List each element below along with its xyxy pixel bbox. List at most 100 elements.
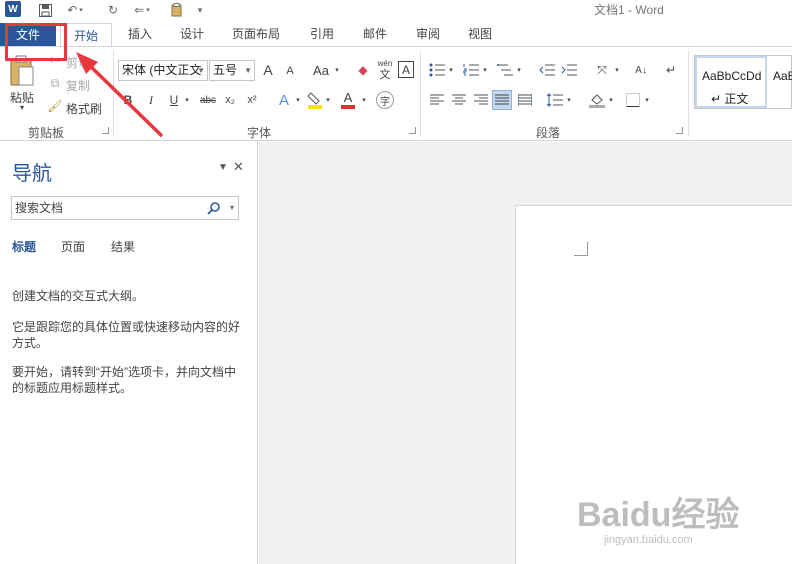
shading-dropdown-icon[interactable]: ▾ bbox=[607, 93, 615, 107]
font-launcher-icon[interactable] bbox=[409, 127, 416, 134]
font-color-icon[interactable]: A bbox=[340, 91, 356, 109]
enclose-characters-icon[interactable]: 字 bbox=[376, 91, 394, 109]
multilevel-list-icon[interactable] bbox=[496, 61, 514, 79]
decrease-indent-icon[interactable] bbox=[538, 61, 556, 79]
tab-design[interactable]: 设计 bbox=[180, 25, 204, 42]
bold-button[interactable]: B bbox=[120, 91, 136, 109]
italic-button[interactable]: I bbox=[143, 91, 159, 109]
redo-icon[interactable]: ↻ bbox=[104, 2, 122, 18]
tab-references[interactable]: 引用 bbox=[310, 25, 334, 42]
style-normal-preview: AaBbCcDd bbox=[702, 69, 762, 83]
styles-gallery: AaBbCcDd ↵ 正文 AaB bbox=[694, 55, 792, 109]
shrink-font-icon[interactable]: A bbox=[283, 63, 297, 79]
clear-formatting-icon[interactable]: ◆ bbox=[354, 61, 372, 79]
chinese-layout-icon[interactable]: ⤧ bbox=[592, 61, 612, 79]
format-painter-button[interactable]: 格式刷 bbox=[66, 100, 102, 117]
touch-mode-icon[interactable]: ⇐ ▾ bbox=[128, 2, 156, 18]
nav-tab-headings[interactable]: 标题 bbox=[12, 238, 36, 255]
nav-pane-options-icon[interactable]: ▼ bbox=[218, 162, 228, 173]
numbering-dropdown-icon[interactable]: ▾ bbox=[481, 63, 489, 77]
nav-hint-line3: 要开始，请转到“开始”选项卡，并向文档中的标题应用标题样式。 bbox=[12, 365, 236, 395]
paste-qat-icon[interactable] bbox=[168, 2, 186, 18]
change-case-icon[interactable]: Aa bbox=[310, 61, 332, 79]
justify-icon[interactable] bbox=[492, 90, 512, 110]
ribbon-home: 粘贴 ▾ ✂ 剪切 ⧉ 复制 🖌 格式刷 剪贴板 宋体 (中文正文 ▼ 五号 ▼… bbox=[0, 46, 792, 141]
page-corner-mark bbox=[574, 242, 588, 256]
phonetic-guide-icon[interactable]: 文 bbox=[376, 68, 394, 81]
highlight-icon[interactable] bbox=[307, 91, 323, 109]
watermark-logo: Baidu经验 bbox=[577, 496, 740, 534]
style-normal-label: ↵ 正文 bbox=[711, 92, 749, 106]
chevron-down-icon: ▼ bbox=[244, 66, 252, 75]
save-icon[interactable] bbox=[36, 2, 54, 18]
borders-dropdown-icon[interactable]: ▾ bbox=[643, 93, 651, 107]
paste-dropdown-icon[interactable]: ▾ bbox=[20, 103, 24, 112]
nav-tab-pages[interactable]: 页面 bbox=[61, 238, 85, 255]
clipboard-launcher-icon[interactable] bbox=[102, 127, 109, 134]
font-size-select[interactable]: 五号 ▼ bbox=[209, 60, 255, 81]
numbering-icon[interactable] bbox=[462, 61, 480, 79]
text-effects-dropdown-icon[interactable]: ▾ bbox=[294, 93, 302, 107]
chinese-layout-dropdown-icon[interactable]: ▾ bbox=[613, 63, 621, 77]
character-border-icon[interactable]: A bbox=[398, 61, 414, 78]
underline-button[interactable]: U bbox=[166, 91, 182, 109]
title-bar: W ↶ ▾ ↻ ⇐ ▾ ▾ 文档1 - Word bbox=[0, 0, 792, 20]
search-options-icon[interactable]: ▾ bbox=[230, 197, 234, 219]
style-normal[interactable]: AaBbCcDd ↵ 正文 bbox=[695, 56, 767, 108]
customize-qat-icon[interactable]: ▾ bbox=[194, 2, 206, 18]
navigation-pane: 导航 ▼ ✕ 搜索文档 ▾ 标题 页面 结果 创建文档的交互式大纲。 它是跟踪您… bbox=[0, 142, 258, 564]
cut-button[interactable]: 剪切 bbox=[66, 54, 90, 71]
search-icon[interactable] bbox=[207, 197, 220, 222]
font-size-value: 五号 bbox=[213, 63, 238, 77]
undo-icon[interactable]: ↶ ▾ bbox=[62, 2, 88, 18]
tab-mailings[interactable]: 邮件 bbox=[363, 25, 387, 42]
change-case-dropdown-icon[interactable]: ▾ bbox=[333, 63, 341, 77]
nav-search-input[interactable]: 搜索文档 ▾ bbox=[11, 196, 239, 220]
align-right-icon[interactable] bbox=[472, 91, 490, 109]
underline-dropdown-icon[interactable]: ▾ bbox=[183, 93, 191, 107]
nav-hint-line1: 创建文档的交互式大纲。 bbox=[12, 289, 145, 303]
grow-font-icon[interactable]: A bbox=[260, 61, 276, 79]
copy-icon[interactable]: ⧉ bbox=[48, 76, 62, 90]
word-logo-icon: W bbox=[5, 1, 21, 17]
group-divider bbox=[420, 51, 421, 137]
align-left-icon[interactable] bbox=[428, 91, 446, 109]
font-name-select[interactable]: 宋体 (中文正文 ▼ bbox=[118, 60, 208, 81]
paragraph-launcher-icon[interactable] bbox=[676, 127, 683, 134]
close-icon[interactable]: ✕ bbox=[233, 159, 244, 175]
window-title: 文档1 - Word bbox=[594, 3, 664, 17]
show-marks-icon[interactable]: ↵ bbox=[662, 61, 680, 79]
copy-button[interactable]: 复制 bbox=[66, 77, 90, 94]
strikethrough-button[interactable]: abc bbox=[198, 91, 218, 109]
nav-hint-line2: 它是跟踪您的具体位置或快速移动内容的好方式。 bbox=[12, 320, 241, 350]
line-spacing-dropdown-icon[interactable]: ▾ bbox=[565, 93, 573, 107]
tab-view[interactable]: 视图 bbox=[468, 25, 492, 42]
nav-tab-results[interactable]: 结果 bbox=[111, 238, 135, 255]
group-divider bbox=[688, 51, 689, 137]
borders-icon[interactable] bbox=[624, 91, 642, 109]
sort-icon[interactable]: A↓ bbox=[632, 61, 650, 79]
style-no-spacing[interactable]: AaB bbox=[769, 56, 792, 108]
format-painter-icon[interactable]: 🖌 bbox=[47, 99, 62, 113]
bullets-dropdown-icon[interactable]: ▾ bbox=[447, 63, 455, 77]
shading-icon[interactable] bbox=[588, 91, 606, 109]
nav-pane-title: 导航 bbox=[12, 163, 52, 185]
line-spacing-icon[interactable] bbox=[546, 91, 564, 109]
chevron-down-icon: ▼ bbox=[197, 66, 205, 75]
increase-indent-icon[interactable] bbox=[560, 61, 578, 79]
bullets-icon[interactable] bbox=[428, 61, 446, 79]
tab-layout[interactable]: 页面布局 bbox=[232, 25, 280, 42]
tab-home[interactable]: 开始 bbox=[60, 23, 112, 47]
subscript-button[interactable]: x₂ bbox=[221, 91, 239, 109]
align-center-icon[interactable] bbox=[450, 91, 468, 109]
distributed-icon[interactable] bbox=[516, 91, 534, 109]
highlight-dropdown-icon[interactable]: ▾ bbox=[324, 93, 332, 107]
multilevel-dropdown-icon[interactable]: ▾ bbox=[515, 63, 523, 77]
superscript-button[interactable]: x² bbox=[243, 91, 261, 109]
text-effects-icon[interactable]: A bbox=[275, 91, 293, 109]
font-color-bar bbox=[341, 104, 355, 109]
tab-insert[interactable]: 插入 bbox=[128, 25, 152, 42]
font-name-value: 宋体 (中文正文 bbox=[122, 63, 202, 77]
tab-review[interactable]: 审阅 bbox=[416, 25, 440, 42]
font-color-dropdown-icon[interactable]: ▾ bbox=[360, 93, 368, 107]
